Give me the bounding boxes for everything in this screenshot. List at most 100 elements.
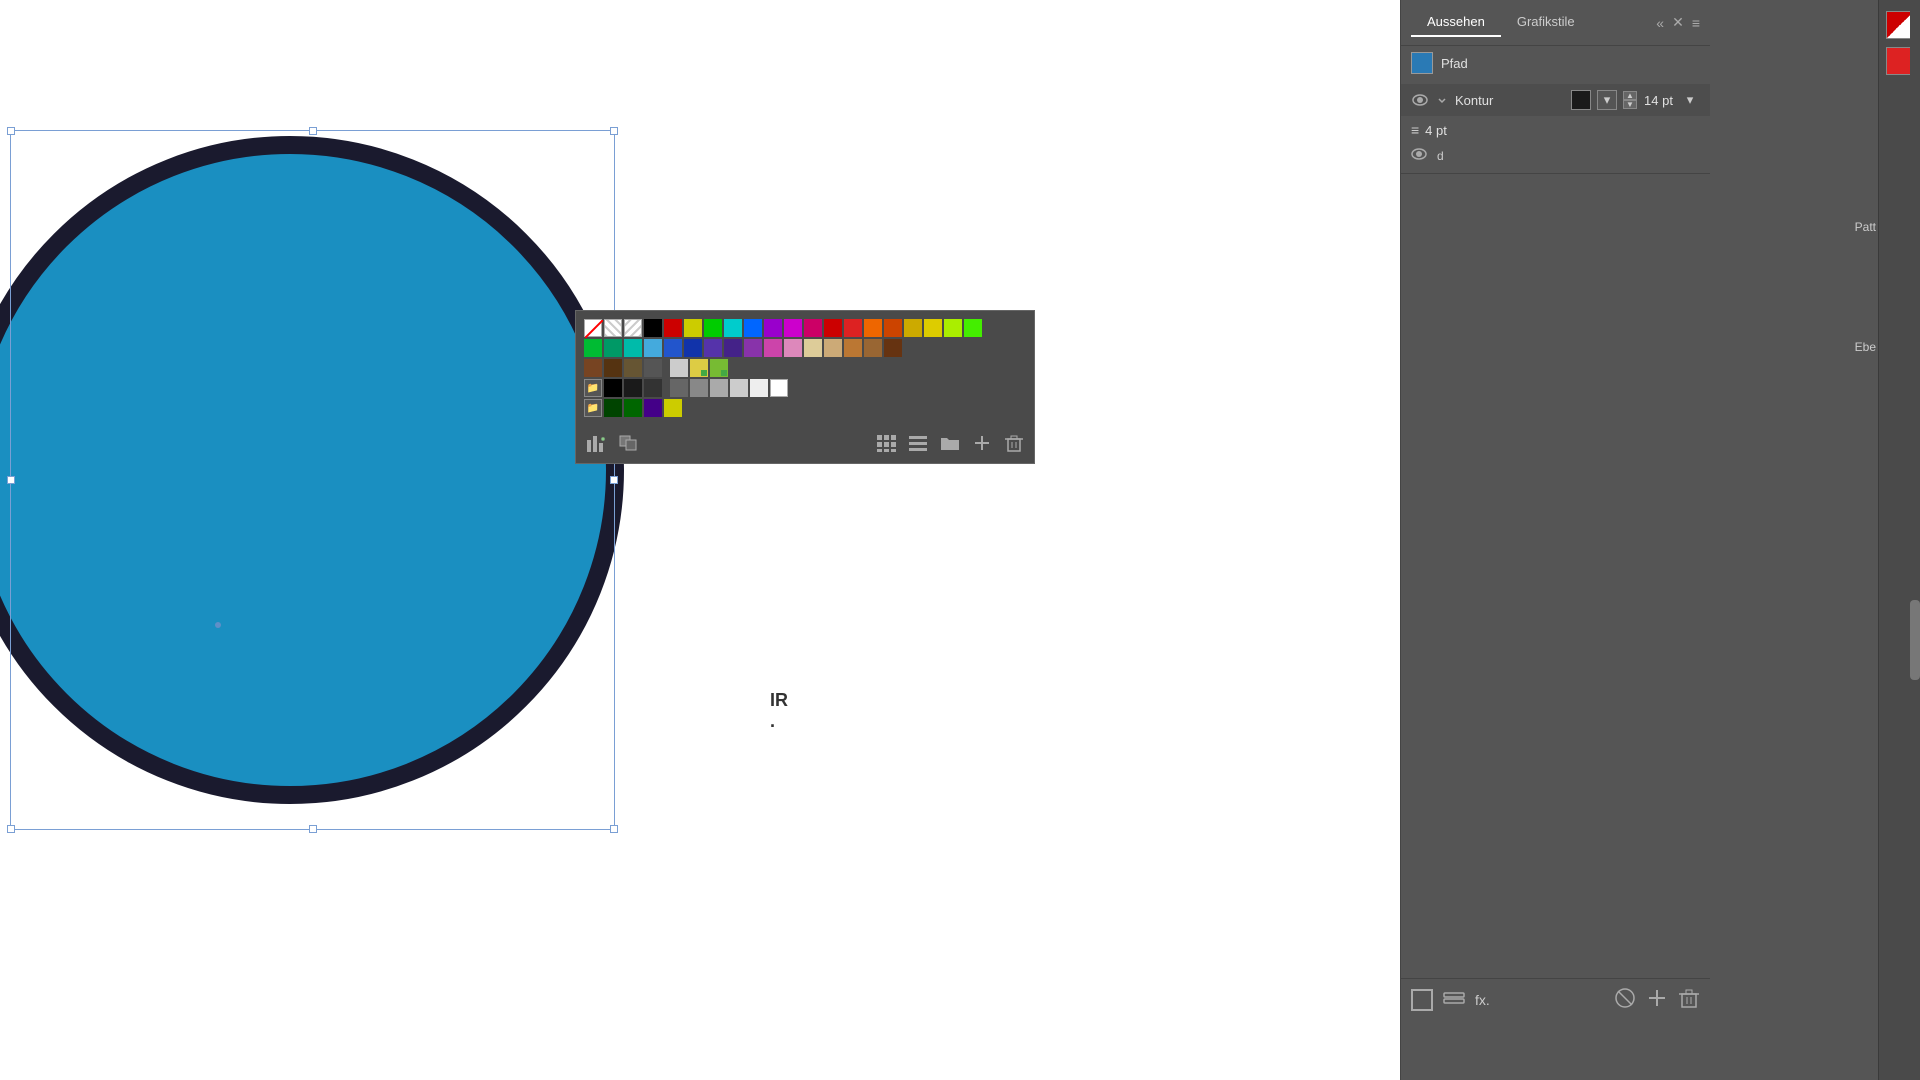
color-grid: 📁 📁 <box>584 319 1026 417</box>
handle-bottom-center[interactable] <box>309 825 317 833</box>
swatch-green2[interactable] <box>584 339 602 357</box>
panel-bottom-right <box>1614 987 1700 1012</box>
kontur-color-box[interactable] <box>1571 90 1591 110</box>
ebe-label: Ebe <box>1855 340 1876 354</box>
kontur-size-value: 14 pt <box>1641 93 1676 108</box>
swatch-light-pink[interactable] <box>784 339 802 357</box>
swatch-red3[interactable] <box>844 319 862 337</box>
swatch-black[interactable] <box>644 319 662 337</box>
swatch-green3[interactable] <box>624 399 642 417</box>
swatch-green-sp[interactable] <box>710 359 728 377</box>
kontur-size-up[interactable]: ▲ <box>1623 91 1637 100</box>
swatch-cyan[interactable] <box>724 319 742 337</box>
swatch-gray1[interactable] <box>644 379 662 397</box>
add-icon-bottom[interactable] <box>1646 987 1668 1012</box>
kontur-size-dropdown[interactable]: ▾ <box>1680 90 1700 110</box>
no-icon[interactable] <box>1614 987 1636 1012</box>
swatch-dark-pink[interactable] <box>804 319 822 337</box>
list-options-icon[interactable]: ≡ <box>1411 122 1419 138</box>
swatch-yellow-green[interactable] <box>684 319 702 337</box>
swatch-blue2[interactable] <box>664 339 682 357</box>
kontur-size-down[interactable]: ▼ <box>1623 100 1637 109</box>
swatch-none[interactable] <box>584 319 602 337</box>
close-panel-icon[interactable]: ✕ <box>1672 14 1684 31</box>
swatch-dark-gray2[interactable] <box>644 359 662 377</box>
swatch-dark1[interactable] <box>624 379 642 397</box>
swatch-purple[interactable] <box>764 319 782 337</box>
list-icon[interactable] <box>906 431 930 455</box>
swatch-gold[interactable] <box>904 319 922 337</box>
swatch-brown-orange[interactable] <box>844 339 862 357</box>
kontur-dropdown-btn[interactable]: ▾ <box>1597 90 1617 110</box>
path-item: Pfad <box>1401 46 1710 80</box>
swatch-lighter-gray[interactable] <box>730 379 748 397</box>
swatch-brown[interactable] <box>864 339 882 357</box>
kontur-visibility-icon[interactable] <box>1411 91 1429 109</box>
path-label: Pfad <box>1441 56 1468 71</box>
swatch-lime[interactable] <box>944 319 962 337</box>
delete-icon-bottom[interactable] <box>1678 987 1700 1012</box>
folder-icon[interactable] <box>938 431 962 455</box>
collapse-panel-icon[interactable]: « <box>1656 15 1664 31</box>
kontur-expand-icon[interactable] <box>1435 93 1449 107</box>
swatch-light-blue[interactable] <box>644 339 662 357</box>
swatch-gold-sp[interactable] <box>690 359 708 377</box>
add-swatch-icon[interactable] <box>970 431 994 455</box>
swatch-bright-green[interactable] <box>964 319 982 337</box>
swatch-hatched1[interactable] <box>604 319 622 337</box>
swatch-purple3[interactable] <box>644 399 662 417</box>
swatch-red2[interactable] <box>824 319 842 337</box>
swatch-blue1[interactable] <box>744 319 762 337</box>
swatch-folder2[interactable]: 📁 <box>584 399 602 417</box>
swatch-dark-green[interactable] <box>604 399 622 417</box>
swatch-dark-brown2[interactable] <box>604 359 622 377</box>
swatch-yellow[interactable] <box>924 319 942 337</box>
swatch-medium-brown[interactable] <box>624 359 642 377</box>
swatch-dark-purple[interactable] <box>724 339 742 357</box>
swatch-dark-red[interactable] <box>664 319 682 337</box>
swatch-dark-brown[interactable] <box>884 339 902 357</box>
swatch-dark-blue[interactable] <box>684 339 702 357</box>
panel-tabs: Aussehen Grafikstile <box>1411 8 1591 37</box>
canvas-area: IR . <box>0 0 790 1080</box>
swatch-folder-gray[interactable] <box>690 379 708 397</box>
color-row-2 <box>584 339 1026 357</box>
swatch-light-gray-sp[interactable] <box>670 359 688 377</box>
swatch-teal[interactable] <box>604 339 622 357</box>
swatch-gray-med[interactable] <box>670 379 688 397</box>
swatch-dark-orange[interactable] <box>884 319 902 337</box>
scrollbar-thumb[interactable] <box>1910 600 1920 680</box>
tab-grafikstile[interactable]: Grafikstile <box>1501 8 1591 37</box>
menu-panel-icon[interactable]: ≡ <box>1692 15 1700 31</box>
swatch-pink[interactable] <box>764 339 782 357</box>
swatch-purple2[interactable] <box>704 339 722 357</box>
swatch-brown1[interactable] <box>584 359 602 377</box>
path-color-icon[interactable] <box>1411 52 1433 74</box>
swatch-violet[interactable] <box>744 339 762 357</box>
swatch-near-white[interactable] <box>750 379 768 397</box>
swatch-white[interactable] <box>770 379 788 397</box>
square-icon[interactable] <box>1411 989 1433 1011</box>
tab-aussehen[interactable]: Aussehen <box>1411 8 1501 37</box>
swatch-light-gray[interactable] <box>710 379 728 397</box>
fx-label[interactable]: fx. <box>1475 992 1490 1008</box>
swatch-beige[interactable] <box>804 339 822 357</box>
panel-scrollbar[interactable] <box>1910 0 1920 1080</box>
grid-icon[interactable] <box>874 431 898 455</box>
swatch-hatched2[interactable] <box>624 319 642 337</box>
layers-icon[interactable] <box>1443 987 1465 1012</box>
swatch-black2[interactable] <box>604 379 622 397</box>
eye-icon-2[interactable] <box>1411 148 1429 163</box>
swatch-magenta[interactable] <box>784 319 802 337</box>
handle-bottom-left[interactable] <box>7 825 15 833</box>
copy-swatch-icon[interactable] <box>616 431 640 455</box>
swatch-cyan2[interactable] <box>624 339 642 357</box>
bar-chart-icon[interactable] <box>584 431 608 455</box>
swatch-folder[interactable]: 📁 <box>584 379 602 397</box>
swatch-tan[interactable] <box>824 339 842 357</box>
swatch-green1[interactable] <box>704 319 722 337</box>
swatch-orange[interactable] <box>864 319 882 337</box>
handle-bottom-right[interactable] <box>610 825 618 833</box>
delete-swatch-icon[interactable] <box>1002 431 1026 455</box>
swatch-yellow2[interactable] <box>664 399 682 417</box>
